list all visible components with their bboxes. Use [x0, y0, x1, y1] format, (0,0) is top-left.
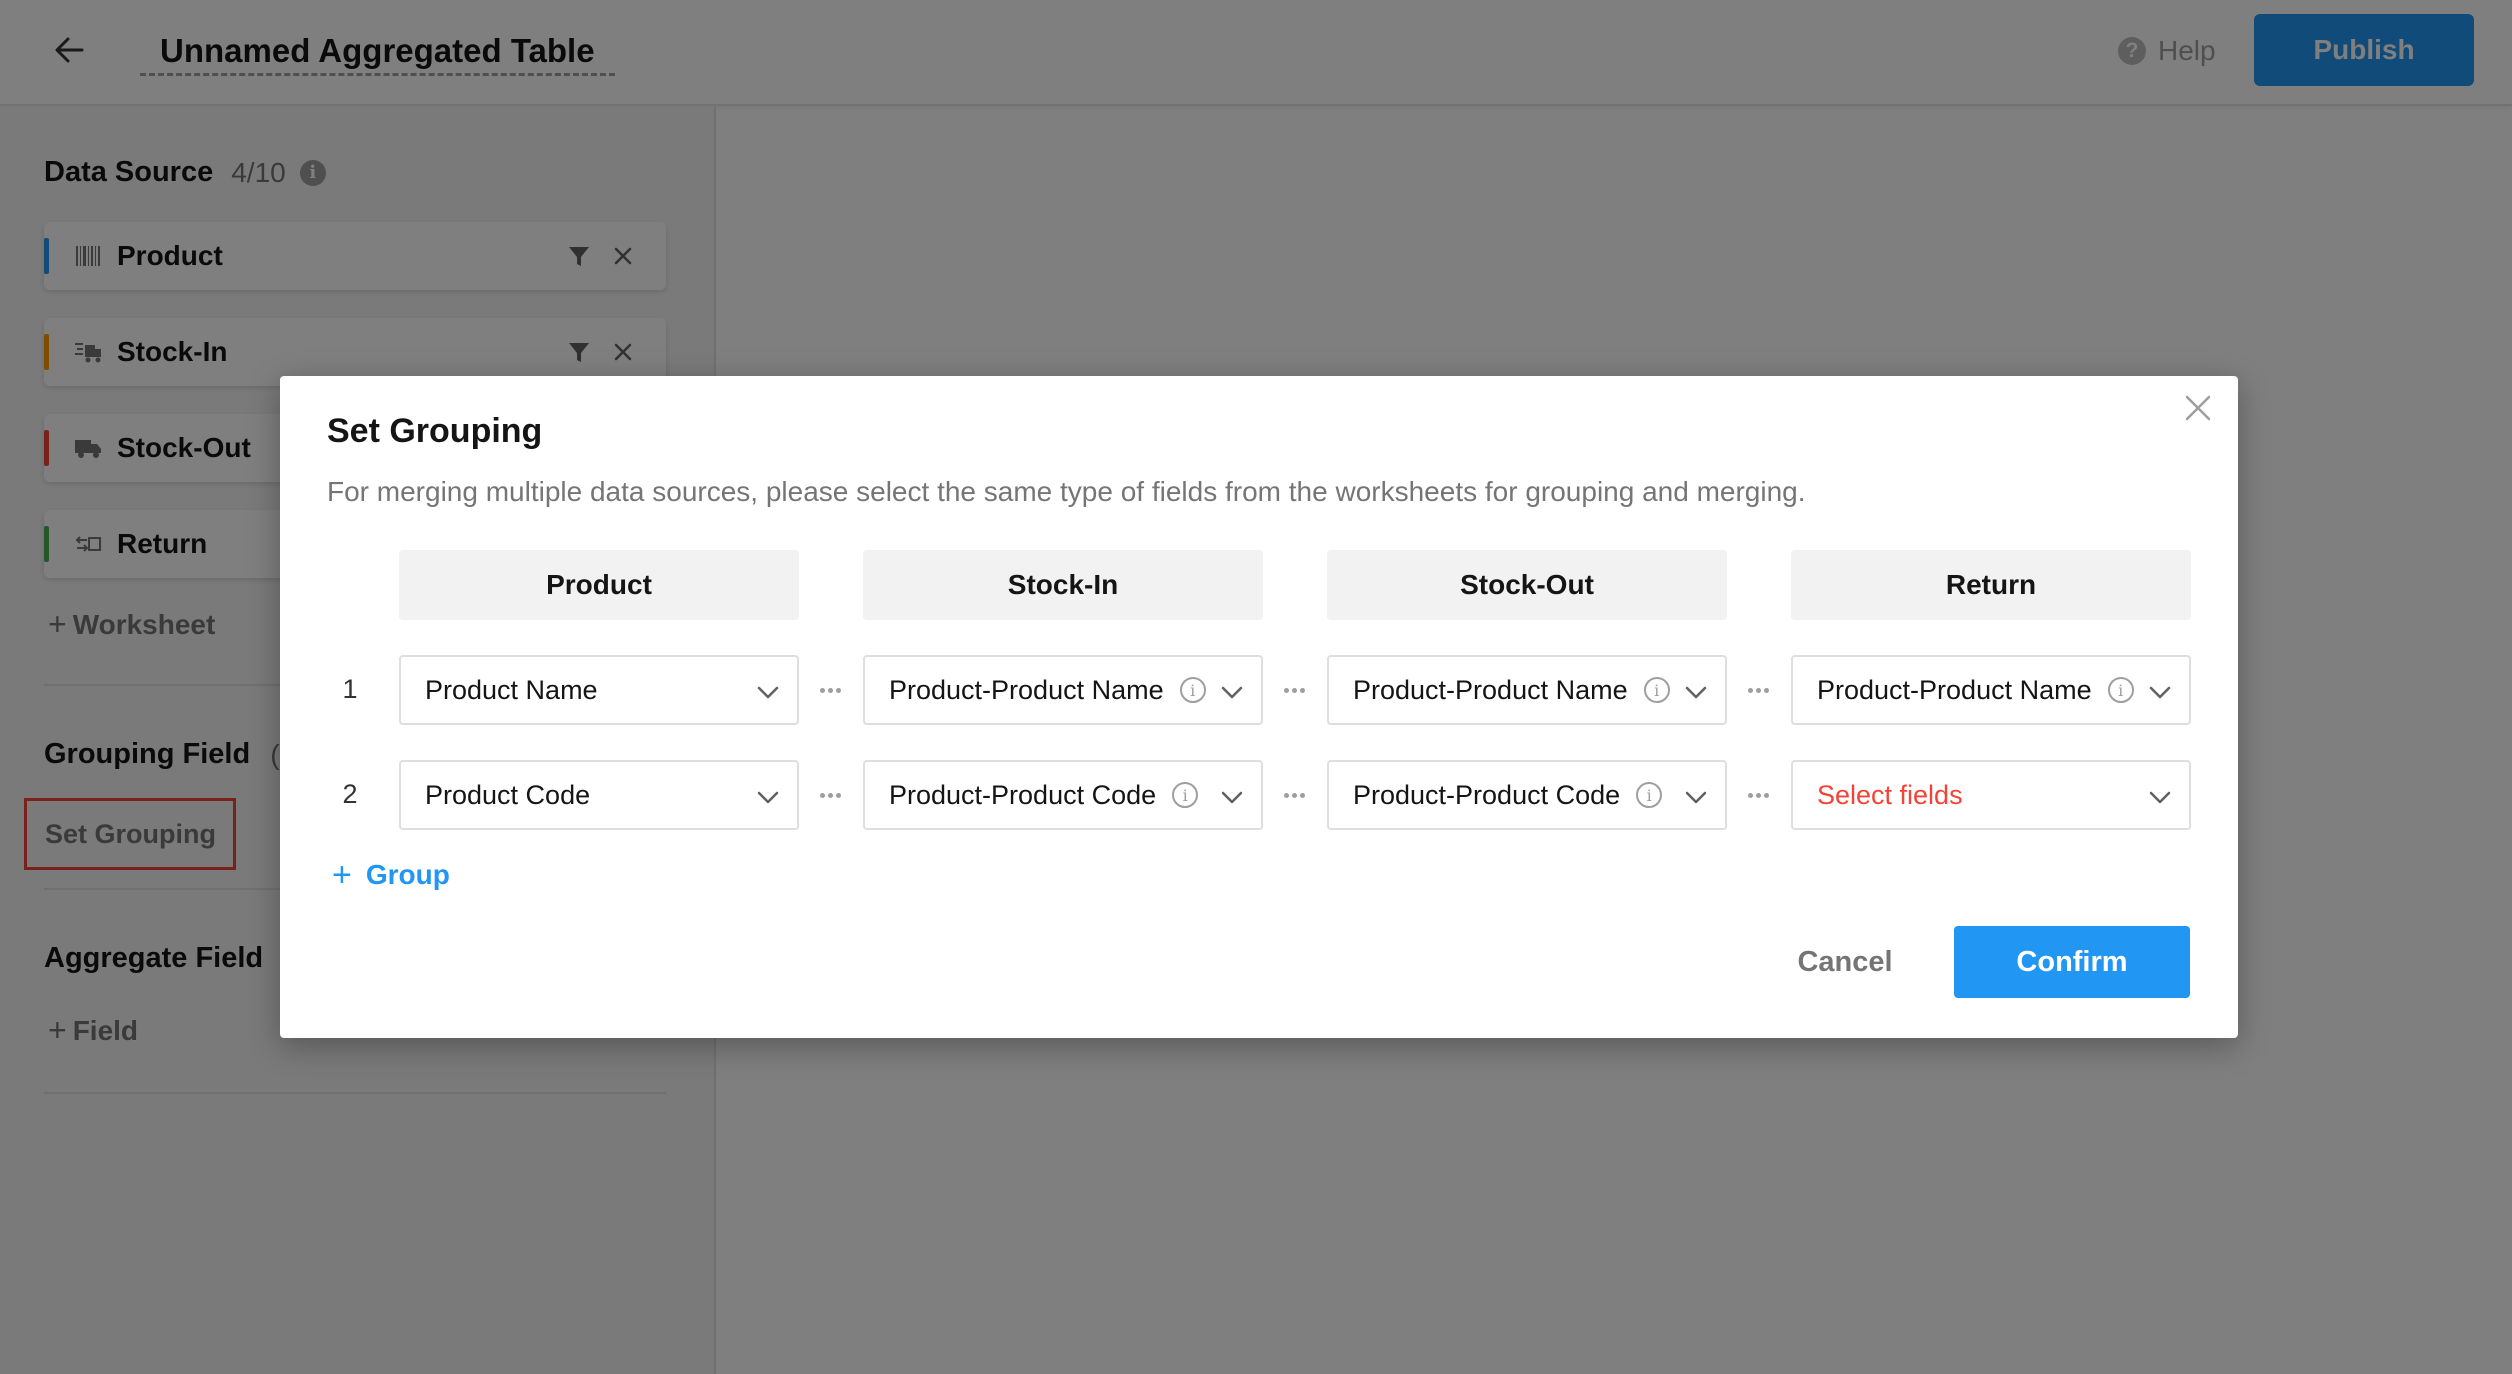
confirm-button[interactable]: Confirm [1954, 926, 2190, 998]
chevron-down-icon [2149, 686, 2171, 699]
column-header-stock-in: Stock-In [863, 550, 1263, 620]
info-icon[interactable]: i [1179, 677, 1206, 703]
dialog-description: For merging multiple data sources, pleas… [327, 476, 1806, 507]
field-select[interactable]: Product-Product Name i [1327, 655, 1727, 725]
field-select-value: Product-Product Name [1353, 674, 1628, 705]
more-dots-icon[interactable] [1279, 760, 1309, 830]
row-number: 2 [342, 779, 358, 809]
cancel-button[interactable]: Cancel [1740, 926, 1950, 998]
more-dots-icon[interactable] [815, 655, 845, 725]
dialog-title: Set Grouping [327, 412, 543, 450]
field-select[interactable]: Product Name [399, 655, 799, 725]
field-select-value: Product-Product Code [1353, 779, 1621, 810]
more-dots-icon[interactable] [1743, 760, 1773, 830]
more-dots-icon[interactable] [1279, 655, 1309, 725]
chevron-down-icon [1221, 791, 1243, 804]
more-dots-icon[interactable] [1743, 655, 1773, 725]
info-icon[interactable]: i [1172, 782, 1199, 808]
field-select-value: Product Name [425, 674, 598, 705]
field-select-placeholder: Select fields [1817, 779, 1963, 810]
chevron-down-icon [1685, 791, 1707, 804]
field-select[interactable]: Product-Product Name i [863, 655, 1263, 725]
chevron-down-icon [2149, 791, 2171, 804]
add-group-button[interactable]: + Group [332, 858, 450, 892]
field-select-value: Product-Product Code [889, 779, 1157, 810]
field-select-value: Product-Product Name [1817, 674, 2092, 705]
column-header-product: Product [399, 550, 799, 620]
field-select-value: Product Code [425, 779, 591, 810]
field-select-empty[interactable]: Select fields [1791, 760, 2191, 830]
field-select-value: Product-Product Name [889, 674, 1164, 705]
field-select[interactable]: Product-Product Code i [863, 760, 1263, 830]
field-select[interactable]: Product-Product Name i [1791, 655, 2191, 725]
chevron-down-icon [1221, 686, 1243, 699]
plus-icon: + [332, 856, 352, 894]
chevron-down-icon [757, 686, 779, 699]
field-select[interactable]: Product-Product Code i [1327, 760, 1727, 830]
chevron-down-icon [757, 791, 779, 804]
close-icon[interactable] [2176, 386, 2220, 430]
add-group-label: Group [365, 859, 450, 890]
info-icon[interactable]: i [1643, 677, 1670, 703]
set-grouping-dialog: Set Grouping For merging multiple data s… [280, 376, 2238, 1038]
info-icon[interactable]: i [1636, 782, 1663, 808]
row-number: 1 [342, 674, 358, 704]
more-dots-icon[interactable] [815, 760, 845, 830]
field-select[interactable]: Product Code [399, 760, 799, 830]
column-header-return: Return [1791, 550, 2191, 620]
info-icon[interactable]: i [2107, 677, 2134, 703]
chevron-down-icon [1685, 686, 1707, 699]
column-header-stock-out: Stock-Out [1327, 550, 1727, 620]
